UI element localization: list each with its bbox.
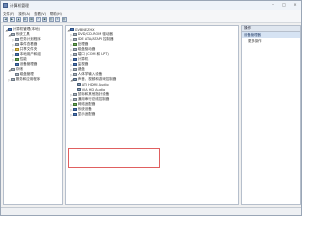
device-tree-item[interactable]: ▷ 显示适配器 — [66, 112, 238, 117]
back-icon[interactable]: ◀ — [3, 16, 8, 22]
menu-view[interactable]: 查看(V) — [34, 11, 46, 16]
device-icon — [73, 77, 77, 82]
computer-management-window: 计算机管理 – □ × 文件(F) 操作(A) 查看(V) 帮助(H) ◀ ▶ … — [0, 0, 302, 216]
title-bar: 计算机管理 – □ × — [1, 1, 301, 10]
device-tree: ◢ GVBNEZHX ▷ DVD/CD-ROM 驱动器 ▷ IDE ATA/ATAPI 控… — [65, 25, 239, 205]
nav-tree-label: 服务和应用程序 — [15, 77, 41, 81]
device-icon — [15, 52, 19, 57]
status-bar — [1, 207, 301, 215]
device-icon — [73, 37, 77, 42]
forward-icon[interactable]: ▶ — [9, 16, 15, 22]
maximize-icon[interactable]: □ — [280, 2, 288, 8]
device-icon — [11, 77, 15, 82]
up-icon[interactable]: ▲ — [16, 16, 21, 22]
properties-icon[interactable]: ▦ — [29, 16, 34, 22]
nav-tree-item[interactable]: ▷ 服务和应用程序 — [4, 77, 62, 82]
navigation-tree: ◢ 计算机管理(本地) ◢ 系统工具 ▷ 任务计划程序 ▷ 事件查看器 ▷ 共享文件夹 ▷ 本地用户和… — [3, 25, 63, 205]
device-icon — [15, 42, 19, 47]
toolbar: ◀ ▶ ▲ ▤ ▦ ? ▣ ▥ ✕ ▧ — [1, 16, 301, 23]
device-icon — [11, 32, 15, 37]
device-icon — [73, 47, 77, 52]
show-hide-tree-icon[interactable]: ▤ — [22, 16, 28, 22]
device-icon — [73, 57, 77, 62]
device-icon — [70, 27, 74, 32]
menu-file[interactable]: 文件(F) — [3, 11, 14, 16]
device-icon — [8, 27, 12, 32]
uninstall-icon[interactable]: ✕ — [55, 16, 60, 22]
device-icon — [77, 82, 81, 87]
minimize-icon[interactable]: – — [269, 2, 277, 8]
device-icon — [73, 97, 77, 102]
device-icon — [15, 47, 19, 52]
device-tree-label: ATI HDMI Audio — [81, 82, 109, 87]
device-icon — [15, 72, 19, 77]
device-icon — [73, 67, 77, 72]
device-icon — [15, 57, 19, 62]
menu-help[interactable]: 帮助(H) — [50, 11, 62, 16]
close-icon[interactable]: × — [291, 2, 299, 8]
device-icon — [73, 52, 77, 57]
device-icon — [73, 107, 77, 112]
device-icon — [73, 92, 77, 97]
app-icon — [3, 3, 8, 8]
menu-action[interactable]: 操作(A) — [18, 11, 30, 16]
device-icon — [73, 32, 77, 37]
window-controls: – □ × — [269, 2, 299, 8]
update-driver-icon[interactable]: ▥ — [48, 16, 54, 22]
device-icon — [73, 112, 77, 117]
device-icon — [15, 37, 19, 42]
device-icon — [73, 72, 77, 77]
device-icon — [73, 102, 77, 107]
help-icon[interactable]: ? — [35, 16, 41, 22]
device-icon — [73, 42, 77, 47]
highlight-box — [68, 148, 160, 168]
window-title: 计算机管理 — [10, 2, 29, 8]
device-icon — [11, 67, 15, 72]
device-tree-label: VIA HD Audio — [81, 87, 106, 92]
device-icon — [73, 62, 77, 67]
scan-hardware-icon[interactable]: ▣ — [42, 16, 47, 22]
actions-pane: 操作 设备管理器 更多操作 — [241, 25, 301, 205]
device-icon — [77, 87, 81, 92]
device-icon — [15, 62, 19, 67]
device-tree-label: 声音、视频和游戏控制器 — [77, 77, 117, 81]
device-tree-label: 显示适配器 — [77, 112, 96, 116]
more-actions-item[interactable]: 更多操作 — [242, 38, 300, 43]
disable-icon[interactable]: ▧ — [61, 16, 67, 22]
device-tree-label: GVBNEZHX — [74, 27, 95, 32]
